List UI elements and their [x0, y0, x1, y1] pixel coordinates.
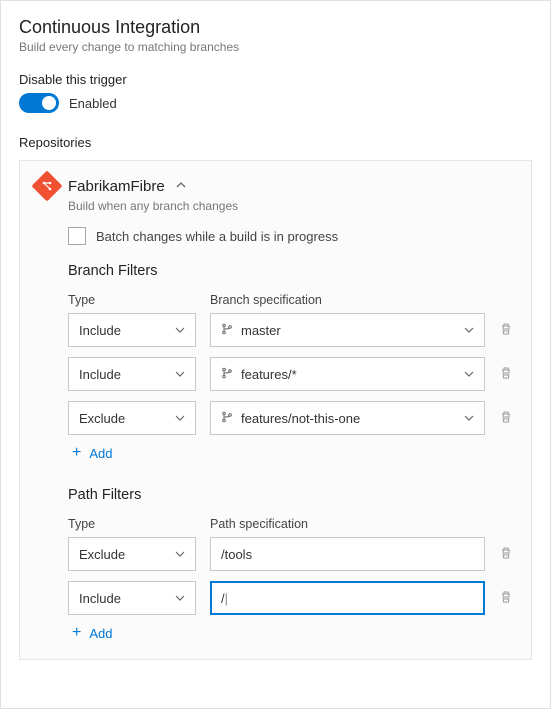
path-filter-row: Exclude /tools: [68, 537, 515, 571]
path-spec-text: /|: [221, 591, 474, 606]
branch-spec-input[interactable]: features/not-this-one: [210, 401, 485, 435]
branch-filters-section: Branch Filters Type Branch specification…: [68, 263, 515, 461]
disable-trigger-label: Disable this trigger: [19, 72, 532, 87]
path-spec-input[interactable]: /tools: [210, 537, 485, 571]
plus-icon: +: [72, 445, 81, 461]
branch-spec-input[interactable]: master: [210, 313, 485, 347]
select-value: Exclude: [79, 411, 125, 426]
branch-filters-title: Branch Filters: [68, 263, 515, 279]
path-spec-input[interactable]: /|: [210, 581, 485, 615]
branch-icon: [221, 367, 233, 382]
repository-subtitle: Build when any branch changes: [68, 199, 515, 213]
branch-spec-input[interactable]: features/*: [210, 357, 485, 391]
branch-type-select[interactable]: Include: [68, 313, 196, 347]
chevron-down-icon: [175, 367, 185, 382]
batch-changes-label: Batch changes while a build is in progre…: [96, 229, 338, 244]
branch-type-header: Type: [68, 293, 196, 307]
repository-header[interactable]: FabrikamFibre: [36, 175, 515, 197]
chevron-down-icon: [464, 323, 474, 338]
add-path-filter-button[interactable]: + Add: [72, 625, 515, 641]
delete-icon[interactable]: [499, 590, 515, 607]
select-value: Include: [79, 367, 121, 382]
repositories-label: Repositories: [19, 135, 532, 150]
repository-card: FabrikamFibre Build when any branch chan…: [19, 160, 532, 660]
batch-changes-checkbox[interactable]: [68, 227, 86, 245]
path-spec-header: Path specification: [210, 517, 515, 531]
branch-icon: [221, 411, 233, 426]
select-value: Include: [79, 323, 121, 338]
chevron-up-icon: [175, 179, 187, 194]
page-title: Continuous Integration: [19, 17, 532, 38]
chevron-down-icon: [464, 411, 474, 426]
enable-toggle[interactable]: [19, 93, 59, 113]
chevron-down-icon: [175, 411, 185, 426]
chevron-down-icon: [175, 547, 185, 562]
toggle-state-label: Enabled: [69, 96, 117, 111]
chevron-down-icon: [175, 591, 185, 606]
branch-filter-row: Exclude features/not-this-one: [68, 401, 515, 435]
text-cursor: |: [225, 591, 228, 606]
chevron-down-icon: [464, 367, 474, 382]
delete-icon[interactable]: [499, 322, 515, 339]
delete-icon[interactable]: [499, 410, 515, 427]
add-label: Add: [89, 446, 112, 461]
add-label: Add: [89, 626, 112, 641]
page-subtitle: Build every change to matching branches: [19, 40, 532, 54]
branch-filter-row: Include features/*: [68, 357, 515, 391]
branch-type-select[interactable]: Exclude: [68, 401, 196, 435]
branch-spec-header: Branch specification: [210, 293, 515, 307]
path-filters-title: Path Filters: [68, 487, 515, 503]
toggle-knob: [42, 96, 56, 110]
plus-icon: +: [72, 625, 81, 641]
branch-spec-text: master: [241, 323, 456, 338]
branch-spec-text: features/not-this-one: [241, 411, 456, 426]
add-branch-filter-button[interactable]: + Add: [72, 445, 515, 461]
branch-type-select[interactable]: Include: [68, 357, 196, 391]
path-type-select[interactable]: Include: [68, 581, 196, 615]
git-icon: [31, 170, 62, 201]
select-value: Include: [79, 591, 121, 606]
path-filters-section: Path Filters Type Path specification Exc…: [68, 487, 515, 641]
path-filter-row: Include /|: [68, 581, 515, 615]
chevron-down-icon: [175, 323, 185, 338]
path-type-header: Type: [68, 517, 196, 531]
branch-filter-row: Include master: [68, 313, 515, 347]
select-value: Exclude: [79, 547, 125, 562]
delete-icon[interactable]: [499, 546, 515, 563]
repository-name: FabrikamFibre: [68, 178, 165, 195]
branch-icon: [221, 323, 233, 338]
delete-icon[interactable]: [499, 366, 515, 383]
path-spec-text: /tools: [221, 547, 474, 562]
branch-spec-text: features/*: [241, 367, 456, 382]
path-type-select[interactable]: Exclude: [68, 537, 196, 571]
